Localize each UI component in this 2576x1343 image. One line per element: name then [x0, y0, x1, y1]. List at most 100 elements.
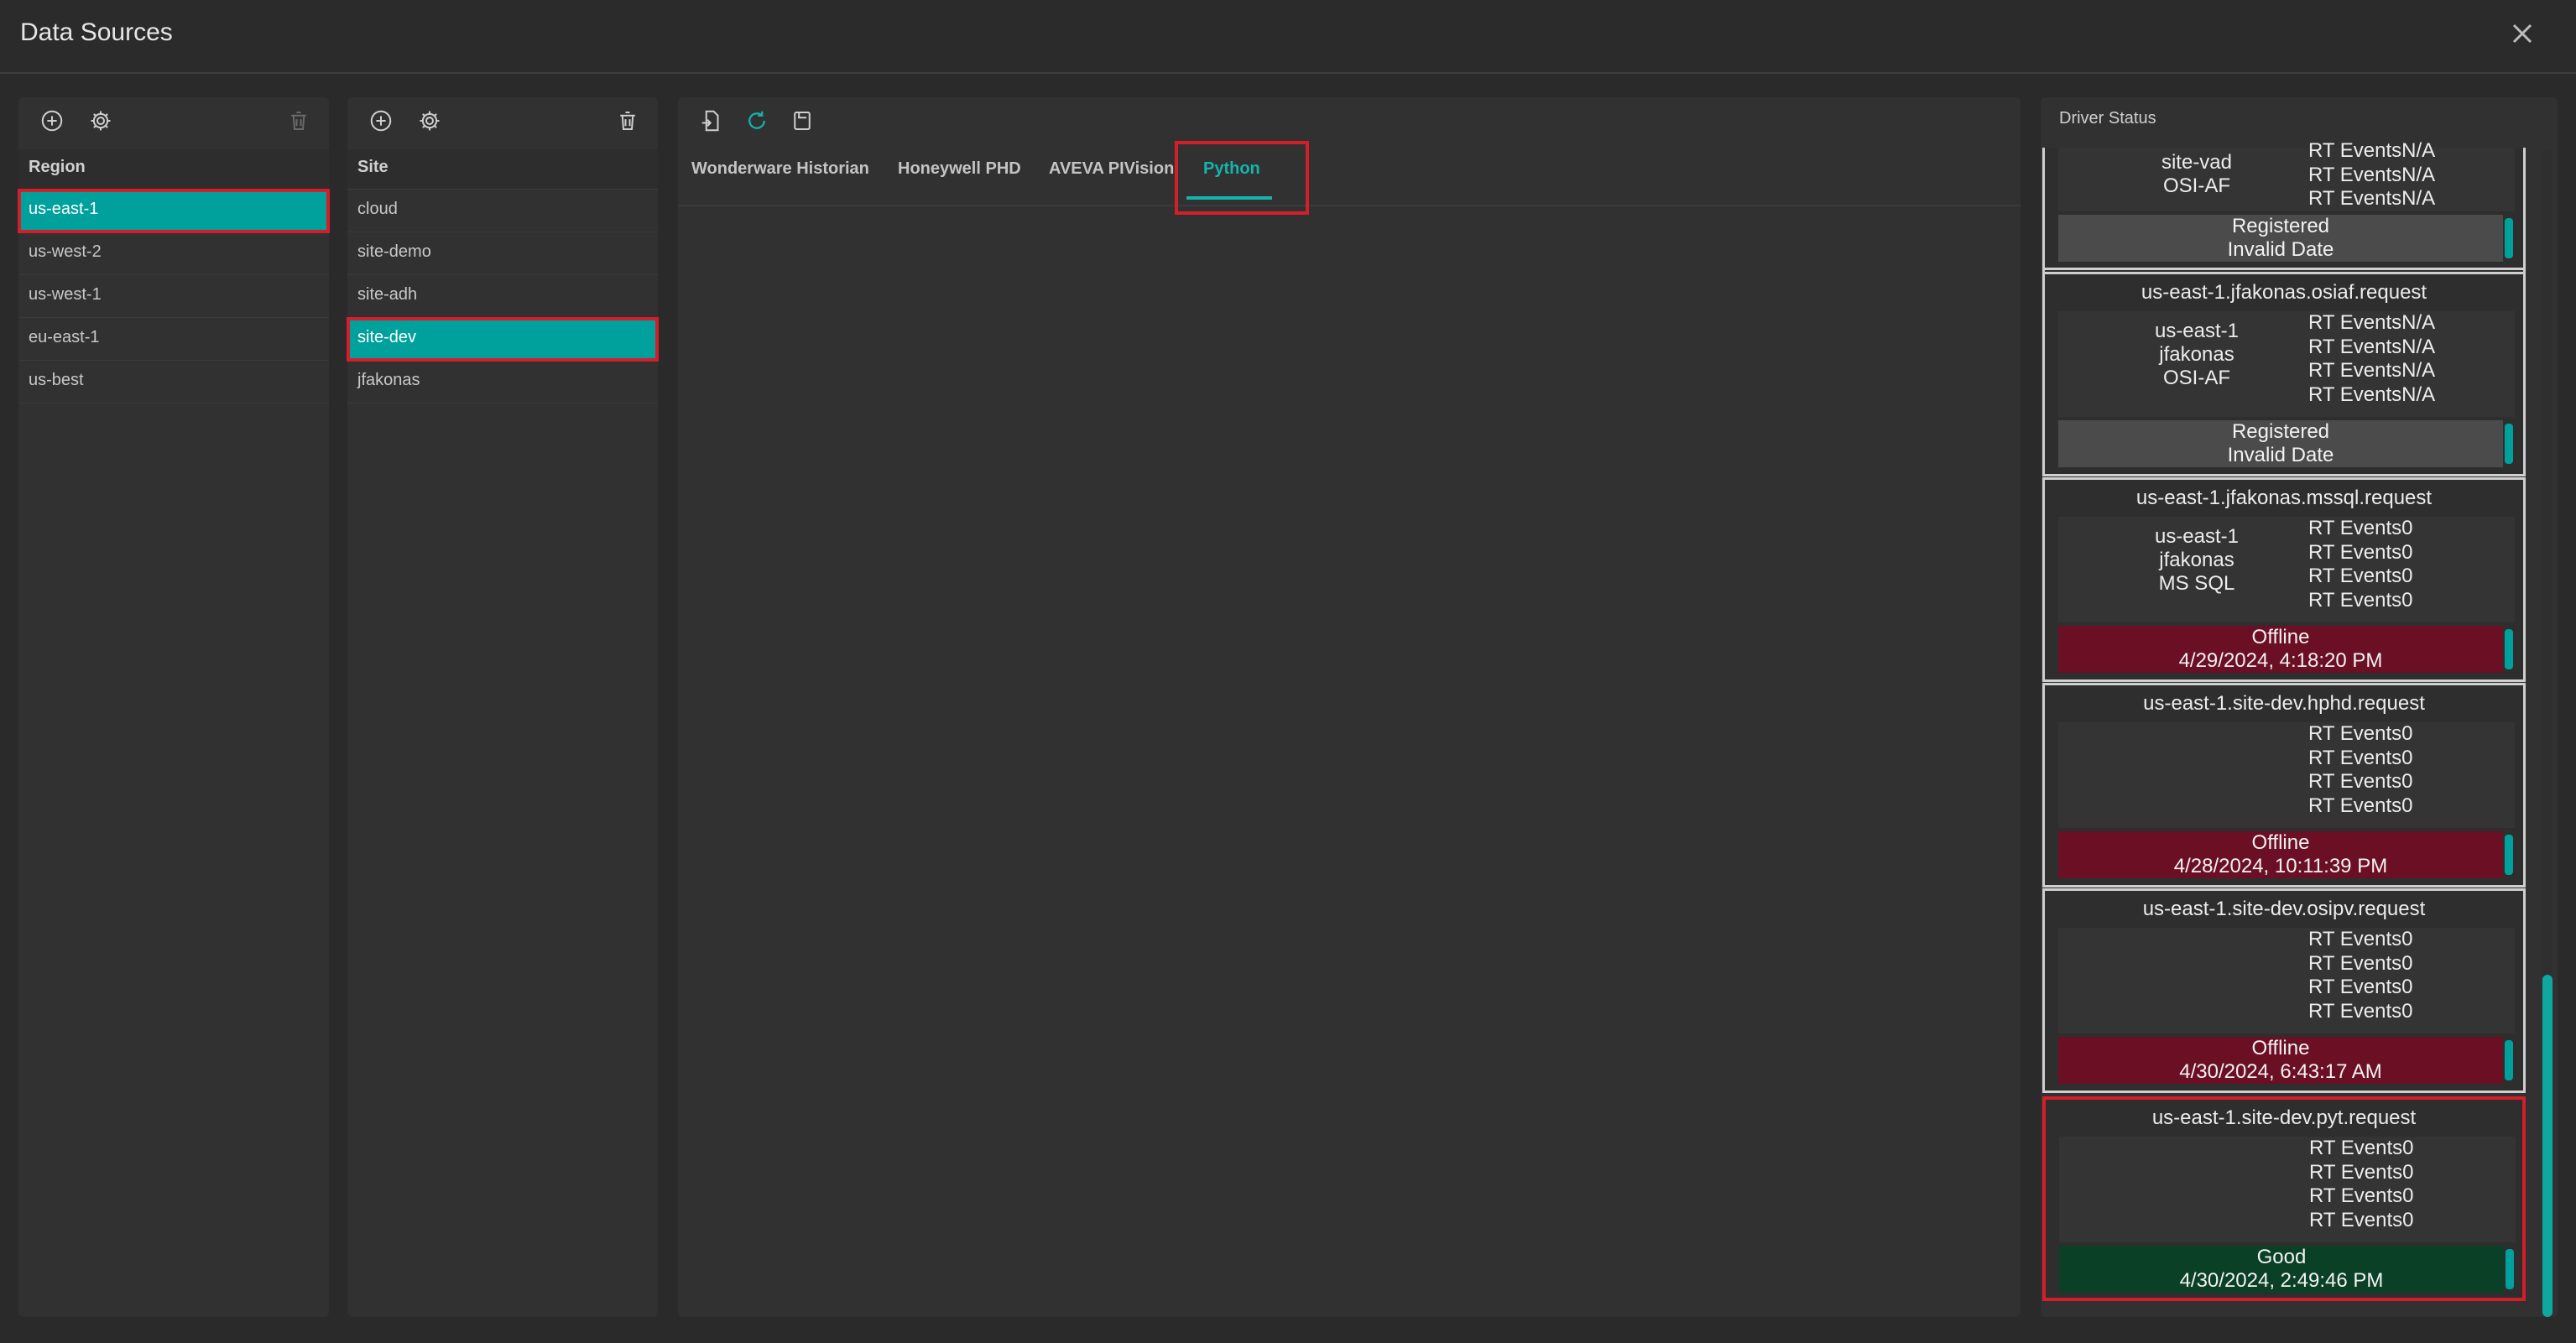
driver-meta-type: OSI-AF	[2162, 367, 2230, 389]
dialog-title: Data Sources	[20, 18, 173, 46]
driver-meta-region: us-east-1	[2154, 525, 2240, 548]
rt-label: RT Events	[2308, 999, 2402, 1023]
driver-card[interactable]: us-east-1.site-dev.hphd.request RT Event…	[2042, 683, 2526, 888]
scrollbar-thumb[interactable]	[2542, 975, 2553, 1317]
rt-value: 0	[2402, 1184, 2414, 1207]
rt-value: 0	[2401, 951, 2413, 975]
driver-card-title: us-east-1.jfakonas.mssql.request	[2135, 487, 2433, 509]
active-tab-highlight	[1175, 141, 1309, 215]
driver-card[interactable]: us-east-1.jfakonas.osiaf.request us-east…	[2042, 272, 2526, 476]
driver-card[interactable]: us-east-1.jfakonas.mssql.request us-east…	[2042, 477, 2526, 682]
region-settings-button[interactable]	[86, 106, 116, 136]
status-indicator	[2505, 629, 2513, 669]
region-panel: Region us-east-1 us-west-2 us-west-1 eu-…	[18, 97, 330, 1317]
region-column-header: Region	[18, 149, 329, 190]
add-circle-icon	[41, 110, 63, 132]
driver-status-text: Registered	[2231, 420, 2330, 443]
driver-card[interactable]: site-vad OSI-AF RT EventsN/A RT EventsN/…	[2042, 139, 2526, 270]
driver-status-text: Offline	[2251, 626, 2310, 648]
region-item-us-west-2[interactable]: us-west-2	[18, 232, 329, 275]
status-indicator	[2505, 424, 2513, 464]
main-panel: Wonderware Historian Honeywell PHD AVEVA…	[678, 97, 2021, 1317]
region-item-us-east-1[interactable]: us-east-1	[18, 189, 330, 233]
driver-card-details: RT Events0 RT Events0 RT Events0 RT Even…	[2058, 928, 2515, 1033]
rt-value: N/A	[2401, 335, 2436, 358]
rt-label: RT Events	[2309, 1184, 2403, 1207]
delete-region-button[interactable]	[284, 106, 314, 136]
delete-site-button[interactable]	[613, 106, 643, 136]
rt-label: RT Events	[2308, 588, 2402, 612]
driver-card-meta: us-east-1 jfakonas OSI-AF	[2109, 320, 2285, 390]
status-indicator	[2505, 1040, 2513, 1080]
driver-card[interactable]: us-east-1.site-dev.pyt.request RT Events…	[2042, 1096, 2526, 1301]
region-list: us-east-1 us-west-2 us-west-1 eu-east-1 …	[18, 189, 330, 403]
driver-meta-region: us-east-1	[2154, 320, 2240, 342]
driver-card-details: us-east-1 jfakonas MS SQL RT Events0 RT …	[2058, 517, 2515, 622]
rt-value: 0	[2401, 928, 2413, 950]
driver-card-rt-events: RT Events0 RT Events0 RT Events0 RT Even…	[2308, 517, 2413, 612]
driver-card-details: RT Events0 RT Events0 RT Events0 RT Even…	[2059, 1137, 2516, 1242]
rt-value: 0	[2401, 540, 2413, 564]
close-button[interactable]	[2506, 17, 2539, 50]
rt-value: N/A	[2401, 359, 2436, 382]
region-toolbar	[18, 97, 329, 144]
driver-status-text: Offline	[2251, 831, 2310, 854]
site-toolbar	[347, 97, 658, 144]
driver-status-text: Offline	[2251, 1037, 2310, 1059]
rt-value: 0	[2401, 517, 2413, 539]
driver-status-badge: Offline 4/28/2024, 10:11:39 PM	[2058, 831, 2503, 878]
rt-label: RT Events	[2308, 187, 2402, 210]
rt-label: RT Events	[2308, 794, 2402, 817]
driver-meta-type: MS SQL	[2158, 572, 2235, 595]
rt-label: RT Events	[2309, 1208, 2403, 1231]
rt-label: RT Events	[2308, 335, 2402, 358]
rt-label: RT Events	[2309, 1137, 2403, 1159]
rt-label: RT Events	[2308, 770, 2402, 793]
driver-card-rt-events: RT Events0 RT Events0 RT Events0 RT Even…	[2308, 722, 2413, 818]
rt-value: 0	[2401, 794, 2413, 817]
rt-label: RT Events	[2308, 722, 2402, 745]
driver-card-details: site-vad OSI-AF RT EventsN/A RT EventsN/…	[2058, 139, 2515, 211]
tab-wonderware-historian[interactable]: Wonderware Historian	[691, 159, 869, 179]
rt-label: RT Events	[2308, 383, 2402, 406]
tab-honeywell-phd[interactable]: Honeywell PHD	[898, 159, 1021, 179]
region-item-eu-east-1[interactable]: eu-east-1	[18, 318, 329, 361]
trash-icon	[291, 112, 306, 130]
site-item-cloud[interactable]: cloud	[347, 190, 658, 232]
add-circle-icon	[370, 110, 392, 132]
driver-status-header: Driver Status	[2059, 109, 2156, 128]
driver-card-details: us-east-1 jfakonas OSI-AF RT EventsN/A R…	[2058, 311, 2515, 417]
refresh-button[interactable]	[742, 106, 772, 136]
driver-status-date: 4/29/2024, 4:18:20 PM	[2178, 649, 2383, 672]
site-item-jfakonas[interactable]: jfakonas	[347, 361, 658, 403]
save-button[interactable]	[787, 106, 817, 136]
driver-status-date: 4/30/2024, 6:43:17 AM	[2179, 1060, 2382, 1083]
trash-icon	[620, 112, 635, 130]
site-item-site-adh[interactable]: site-adh	[347, 275, 658, 318]
site-item-site-demo[interactable]: site-demo	[347, 232, 658, 275]
site-list: cloud site-demo site-adh site-dev jfakon…	[347, 190, 659, 403]
rt-label: RT Events	[2308, 976, 2402, 998]
region-item-us-west-1[interactable]: us-west-1	[18, 275, 329, 318]
add-site-button[interactable]	[366, 106, 396, 136]
rt-label: RT Events	[2308, 517, 2402, 539]
region-item-us-best[interactable]: us-best	[18, 361, 329, 403]
tab-aveva-pivision[interactable]: AVEVA PIVision	[1049, 159, 1174, 179]
add-region-button[interactable]	[37, 106, 67, 136]
driver-status-badge: Offline 4/29/2024, 4:18:20 PM	[2058, 626, 2503, 673]
site-settings-button[interactable]	[415, 106, 445, 136]
rt-value: 0	[2401, 565, 2413, 587]
driver-meta-site: site-vad	[2161, 151, 2233, 174]
driver-status-scrollbar[interactable]	[2542, 149, 2553, 1317]
site-item-site-dev[interactable]: site-dev	[347, 317, 659, 362]
source-tabs: Wonderware Historian Honeywell PHD AVEVA…	[678, 144, 2021, 206]
driver-status-date: 4/28/2024, 10:11:39 PM	[2173, 855, 2388, 877]
file-export-icon	[701, 110, 719, 132]
rt-value: 0	[2401, 722, 2413, 745]
driver-card-details: RT Events0 RT Events0 RT Events0 RT Even…	[2058, 722, 2515, 828]
driver-card[interactable]: us-east-1.site-dev.osipv.request RT Even…	[2042, 888, 2526, 1093]
rt-value: N/A	[2401, 383, 2436, 406]
export-button[interactable]	[696, 106, 727, 136]
driver-status-badge: Offline 4/30/2024, 6:43:17 AM	[2058, 1037, 2503, 1084]
driver-status-badge: Registered Invalid Date	[2058, 420, 2503, 467]
